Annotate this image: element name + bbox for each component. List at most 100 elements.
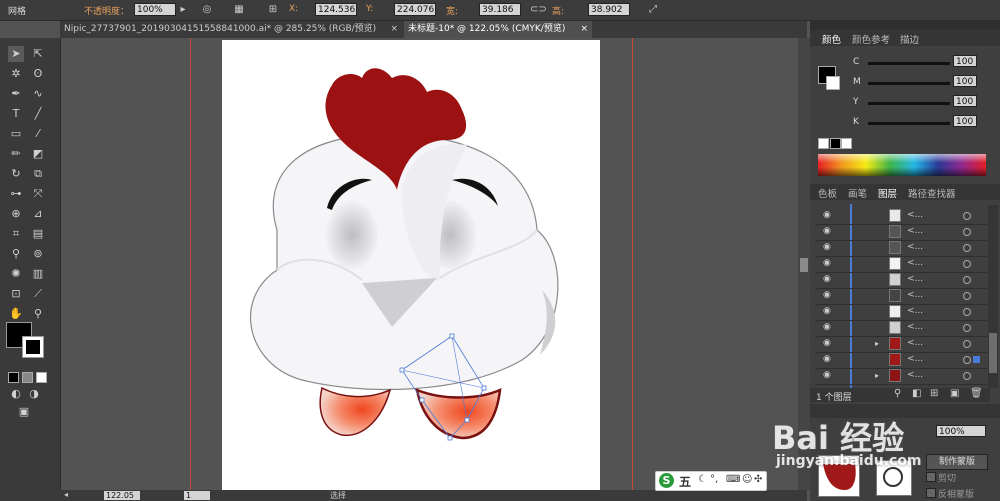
scrollbar-thumb[interactable]: [800, 258, 808, 272]
shape-builder-tool-icon[interactable]: ⊕: [8, 206, 24, 222]
channel-k-input[interactable]: 100: [953, 115, 977, 127]
hand-tool-icon[interactable]: ✋: [8, 306, 24, 322]
make-clip-mask-icon[interactable]: ◧: [912, 388, 921, 399]
dropdown-arrow-icon[interactable]: ▸: [176, 3, 190, 16]
chicken-illustration[interactable]: [222, 40, 600, 490]
target-icon[interactable]: [963, 212, 971, 220]
punctuation-icon[interactable]: °,: [710, 474, 718, 485]
opacity-input[interactable]: 100%: [134, 3, 176, 16]
free-transform-tool-icon[interactable]: ⤧: [30, 186, 46, 202]
curvature-tool-icon[interactable]: ∿: [30, 86, 46, 102]
tab-swatches[interactable]: 色板: [818, 186, 837, 200]
type-tool-icon[interactable]: T: [8, 106, 24, 122]
channel-m-input[interactable]: 100: [953, 75, 977, 87]
channel-c-slider[interactable]: [868, 62, 950, 65]
height-input[interactable]: 38.902: [588, 3, 630, 16]
layer-row[interactable]: ◉ <...: [815, 288, 987, 305]
layer-row[interactable]: ◉ ▸ <...: [815, 336, 987, 353]
layer-row[interactable]: ◉ <...: [815, 352, 987, 369]
magic-wand-tool-icon[interactable]: ✲: [8, 66, 24, 82]
invert-mask-checkbox[interactable]: [926, 488, 936, 498]
target-icon[interactable]: [963, 324, 971, 332]
pencil-tool-icon[interactable]: ✏: [8, 146, 24, 162]
locate-object-icon[interactable]: ⚲: [894, 388, 901, 399]
y-input[interactable]: 224.076: [394, 3, 436, 16]
artboard-nav-icon[interactable]: ◂: [64, 490, 74, 500]
eye-icon[interactable]: ◉: [823, 355, 833, 364]
graph-tool-icon[interactable]: ▥: [30, 266, 46, 282]
mesh-tool-icon[interactable]: ⌗: [8, 226, 24, 242]
skin-icon[interactable]: ✣: [754, 474, 762, 485]
ime-mode-label[interactable]: 五: [679, 473, 691, 490]
moon-icon[interactable]: ☾: [698, 474, 707, 485]
layers-scroll-thumb[interactable]: [989, 333, 997, 373]
black-swatch[interactable]: [830, 138, 841, 149]
trash-icon[interactable]: 🗑: [970, 388, 983, 399]
target-icon[interactable]: [963, 340, 971, 348]
eye-icon[interactable]: ◉: [823, 243, 833, 252]
channel-k-slider[interactable]: [868, 122, 950, 125]
eye-icon[interactable]: ◉: [823, 323, 833, 332]
recolor-icon[interactable]: ◎: [200, 3, 214, 16]
eye-icon[interactable]: ◉: [823, 211, 833, 220]
artboard-tool-icon[interactable]: ⊡: [8, 286, 24, 302]
eyedropper-tool-icon[interactable]: ⚲: [8, 246, 24, 262]
eye-icon[interactable]: ◉: [823, 291, 833, 300]
width-tool-icon[interactable]: ⊶: [8, 186, 24, 202]
rotate-tool-icon[interactable]: ↻: [8, 166, 24, 182]
new-sublayer-icon[interactable]: ⊞: [930, 388, 938, 399]
align-icon[interactable]: ▦: [232, 3, 246, 16]
color-mode-button[interactable]: [8, 372, 19, 383]
panel-collapse-bar[interactable]: [810, 20, 1000, 30]
draw-mode-icon[interactable]: ◐: [8, 386, 24, 402]
tab-untitled-10[interactable]: 未标题-10* @ 122.05% (CMYK/预览) ×: [404, 21, 592, 38]
expand-arrow-icon[interactable]: ▸: [875, 339, 879, 348]
target-icon[interactable]: [963, 372, 971, 380]
perspective-grid-tool-icon[interactable]: ⊿: [30, 206, 46, 222]
ime-toolbar[interactable]: S 五 ☾ °, ⌨ ☺ ✣: [655, 471, 767, 491]
keyboard-icon[interactable]: ⌨: [726, 474, 740, 485]
layer-row[interactable]: ◉ <...: [815, 224, 987, 241]
target-icon[interactable]: [963, 292, 971, 300]
eye-icon[interactable]: ◉: [823, 227, 833, 236]
eraser-tool-icon[interactable]: ◩: [30, 146, 46, 162]
target-icon[interactable]: [963, 260, 971, 268]
reference-point-icon[interactable]: ⊞: [266, 3, 280, 16]
selection-tool-icon[interactable]: ➤: [8, 46, 24, 62]
tab-pathfinder[interactable]: 路径查找器: [908, 186, 956, 200]
tab-color[interactable]: 颜色: [822, 32, 841, 46]
page-input[interactable]: 1: [184, 491, 210, 500]
eye-icon[interactable]: ◉: [823, 371, 833, 380]
gradient-tool-icon[interactable]: ▤: [30, 226, 46, 242]
target-icon[interactable]: [963, 308, 971, 316]
tab-color-guide[interactable]: 颜色参考: [852, 32, 890, 46]
layer-row[interactable]: ◉ <...: [815, 304, 987, 321]
tab-layers[interactable]: 图层: [878, 186, 897, 200]
width-input[interactable]: 39.186: [479, 3, 521, 16]
target-icon[interactable]: [963, 276, 971, 284]
layer-row[interactable]: ◉ <...: [815, 320, 987, 337]
close-icon[interactable]: ×: [390, 21, 398, 38]
user-icon[interactable]: ☺: [742, 474, 752, 485]
eye-icon[interactable]: ◉: [823, 275, 833, 284]
white-swatch[interactable]: [841, 138, 852, 149]
blend-tool-icon[interactable]: ⊚: [30, 246, 46, 262]
scale-tool-icon[interactable]: ⧉: [30, 166, 46, 182]
channel-y-input[interactable]: 100: [953, 95, 977, 107]
target-icon[interactable]: [963, 228, 971, 236]
channel-y-slider[interactable]: [868, 102, 950, 105]
layer-row[interactable]: ◉ <...: [815, 256, 987, 273]
rectangle-tool-icon[interactable]: ▭: [8, 126, 24, 142]
zoom-tool-icon[interactable]: ⚲: [30, 306, 46, 322]
eye-icon[interactable]: ◉: [823, 259, 833, 268]
pen-tool-icon[interactable]: ✒: [8, 86, 24, 102]
paintbrush-tool-icon[interactable]: ⁄: [30, 126, 46, 142]
none-swatch[interactable]: [818, 138, 829, 149]
direct-selection-tool-icon[interactable]: ⇱: [30, 46, 46, 62]
target-icon[interactable]: [963, 244, 971, 252]
draw-behind-icon[interactable]: ◑: [26, 386, 42, 402]
tab-brushes[interactable]: 画笔: [848, 186, 867, 200]
line-tool-icon[interactable]: ╱: [30, 106, 46, 122]
eye-icon[interactable]: ◉: [823, 339, 833, 348]
symbol-sprayer-tool-icon[interactable]: ✺: [8, 266, 24, 282]
